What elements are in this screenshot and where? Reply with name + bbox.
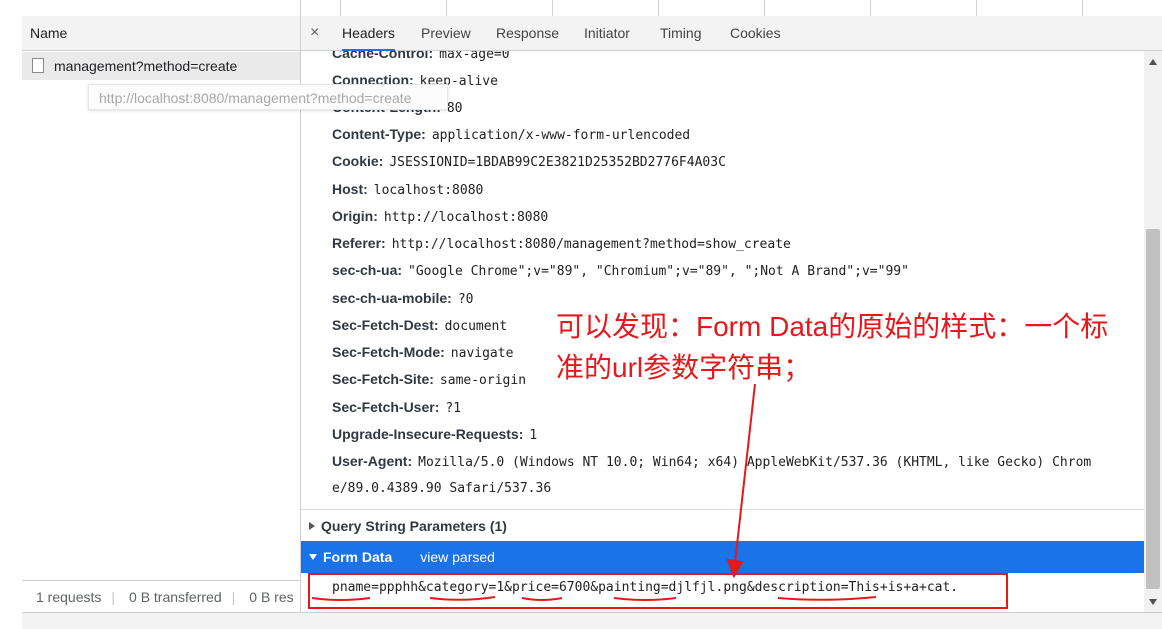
- expand-triangle-icon: [309, 522, 315, 530]
- request-name: management?method=create: [54, 58, 238, 74]
- query-string-title: Query String Parameters (1): [321, 518, 507, 534]
- tab-preview[interactable]: Preview: [421, 16, 471, 50]
- document-icon: [32, 58, 44, 73]
- scroll-down-icon[interactable]: [1149, 599, 1157, 605]
- header-row: Sec-Fetch-User: ?1: [332, 399, 462, 416]
- tab-response[interactable]: Response: [496, 16, 559, 50]
- request-headers-list: Cache-Control: max-age=0 Connection: keep-…: [301, 51, 1144, 509]
- scroll-up-icon[interactable]: [1149, 59, 1157, 65]
- network-status-bar: 1 requests | 0 B transferred | 0 B res: [22, 580, 300, 613]
- annotation-line-2: 准的url参数字符串；: [556, 352, 812, 383]
- close-icon[interactable]: ×: [310, 16, 326, 51]
- annotation-note: 可以发现：Form Data的原始的样式：一个标 准的url参数字符串；: [556, 306, 1162, 388]
- header-row: Cache-Control: max-age=0: [332, 51, 510, 62]
- collapse-triangle-icon: [309, 554, 317, 560]
- tab-headers[interactable]: Headers: [342, 16, 395, 51]
- header-row: Sec-Fetch-Site: same-origin: [332, 371, 527, 388]
- header-row: Cookie: JSESSIONID=1BDAB99C2E3821D25352BD…: [332, 153, 726, 170]
- header-row: Sec-Fetch-Dest: document: [332, 317, 508, 334]
- details-tabbar: × Headers Preview Response Initiator Tim…: [301, 16, 1162, 51]
- request-row[interactable]: management?method=create: [22, 52, 300, 80]
- form-data-title: Form Data: [323, 549, 393, 565]
- header-row: Referer: http://localhost:8080/management…: [332, 235, 791, 252]
- request-url-tooltip: http://localhost:8080/management?method=…: [88, 84, 448, 110]
- scroll-thumb[interactable]: [1146, 229, 1160, 589]
- form-data-section[interactable]: Form Data view parsed: [301, 541, 1144, 573]
- console-drawer-strip: [22, 612, 1162, 629]
- header-row: Origin: http://localhost:8080: [332, 208, 549, 225]
- header-row-continuation: e/89.0.4389.90 Safari/537.36: [332, 481, 552, 496]
- form-data-raw-highlight: pname=ppphh&category=1&price=6700&painti…: [308, 573, 1008, 609]
- transferred-size: 0 B transferred: [129, 589, 222, 605]
- query-string-parameters-section[interactable]: Query String Parameters (1): [301, 509, 1144, 541]
- header-row: sec-ch-ua-mobile: ?0: [332, 290, 474, 307]
- form-data-raw-text: pname=ppphh&category=1&price=6700&painti…: [332, 580, 959, 595]
- annotation-line-1: 可以发现：Form Data的原始的样式：一个标: [556, 311, 1109, 342]
- resources-size: 0 B res: [249, 589, 294, 605]
- name-column-header[interactable]: Name: [22, 16, 300, 51]
- tab-timing[interactable]: Timing: [660, 16, 702, 50]
- tab-initiator[interactable]: Initiator: [584, 16, 630, 50]
- tab-cookies[interactable]: Cookies: [730, 16, 781, 50]
- header-row: User-Agent: Mozilla/5.0 (Windows NT 10.0;…: [332, 453, 1092, 470]
- header-row: Sec-Fetch-Mode: navigate: [332, 344, 514, 361]
- header-row: Host: localhost:8080: [332, 181, 484, 198]
- view-parsed-link[interactable]: view parsed: [420, 549, 495, 565]
- header-row: Content-Type: application/x-www-form-urle…: [332, 126, 691, 143]
- header-row: sec-ch-ua: "Google Chrome";v="89", "Chrom…: [332, 262, 909, 279]
- header-row: Upgrade-Insecure-Requests: 1: [332, 426, 538, 443]
- request-count: 1 requests: [36, 589, 102, 605]
